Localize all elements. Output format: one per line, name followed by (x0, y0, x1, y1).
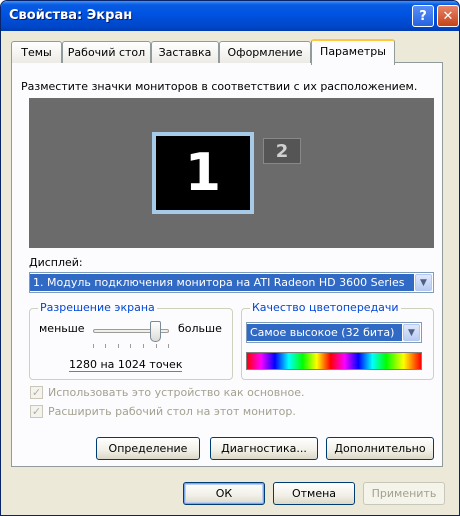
resolution-value: 1280 на 1024 точек (69, 358, 183, 372)
resolution-more-label: больше (178, 322, 222, 335)
cancel-button[interactable]: Отмена (273, 482, 355, 505)
instruction-text: Разместите значки мониторов в соответств… (21, 80, 418, 93)
display-properties-window: Свойства: Экран ? ✕ Темы Рабочий стол За… (0, 0, 460, 516)
resolution-slider-thumb[interactable] (150, 321, 161, 342)
display-label: Дисплей: (29, 256, 83, 269)
tab-themes[interactable]: Темы (11, 41, 62, 63)
slider-tick (93, 344, 94, 348)
resolution-slider-ticks (93, 344, 169, 348)
display-dropdown-value: 1. Модуль подключения монитора на ATI Ra… (30, 274, 414, 291)
resolution-less-label: меньше (39, 322, 85, 335)
slider-tick (143, 344, 144, 348)
identify-button[interactable]: Определение (96, 437, 200, 460)
color-quality-group-title: Качество цветопередачи (250, 301, 401, 314)
chevron-down-icon[interactable]: ▼ (415, 274, 432, 291)
slider-tick (105, 344, 106, 348)
tab-settings[interactable]: Параметры (311, 39, 395, 65)
window-title: Свойства: Экран (9, 8, 133, 23)
slider-tick (118, 344, 119, 348)
color-spectrum-bar (246, 352, 422, 370)
display-dropdown[interactable]: 1. Модуль подключения монитора на ATI Ra… (29, 272, 434, 293)
monitor-2-icon[interactable]: 2 (263, 138, 301, 164)
primary-device-label: Использовать это устройство как основное… (48, 386, 305, 399)
slider-tick (156, 344, 157, 348)
tab-screensaver[interactable]: Заставка (151, 41, 219, 63)
troubleshoot-button[interactable]: Диагностика... (210, 437, 318, 460)
tab-desktop[interactable]: Рабочий стол (62, 41, 151, 63)
resolution-group-title: Разрешение экрана (38, 301, 157, 314)
close-button[interactable]: ✕ (437, 5, 459, 27)
advanced-button[interactable]: Дополнительно (326, 437, 434, 460)
tab-appearance[interactable]: Оформление (219, 41, 311, 63)
primary-device-checkbox[interactable]: ✓ (30, 386, 43, 399)
extend-desktop-checkbox[interactable]: ✓ (30, 405, 43, 418)
slider-tick (130, 344, 131, 348)
ok-button[interactable]: ОК (183, 482, 265, 505)
chevron-down-icon[interactable]: ▼ (403, 324, 420, 341)
color-quality-value: Самое высокое (32 бита) (247, 324, 402, 341)
help-button[interactable]: ? (412, 5, 434, 27)
slider-tick (168, 344, 169, 348)
title-bar[interactable]: Свойства: Экран ? ✕ (1, 1, 459, 31)
extend-desktop-label: Расширить рабочий стол на этот монитор. (48, 405, 296, 418)
color-quality-dropdown[interactable]: Самое высокое (32 бита) ▼ (246, 322, 422, 343)
apply-button[interactable]: Применить (363, 482, 445, 505)
monitor-1-icon[interactable]: 1 (152, 132, 254, 214)
